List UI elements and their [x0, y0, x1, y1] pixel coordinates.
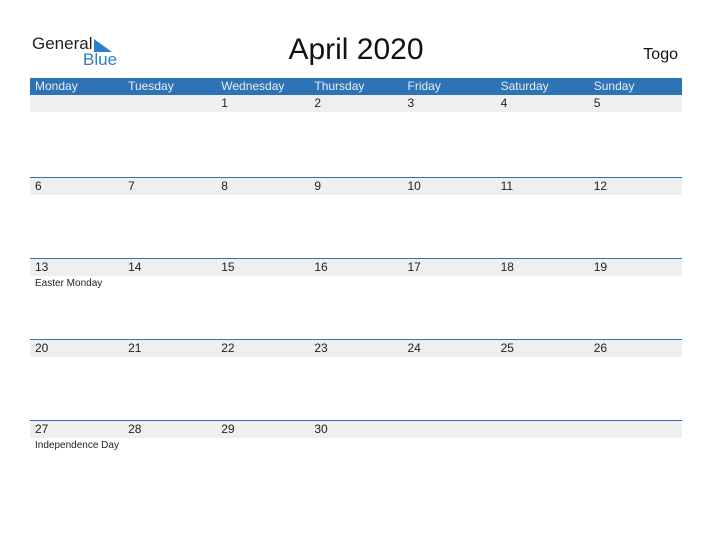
holiday-label [496, 357, 589, 359]
day-number: 19 [593, 260, 608, 274]
holiday-label [123, 276, 216, 289]
day-number: 9 [314, 179, 322, 193]
holiday-label [589, 276, 682, 289]
holiday-label [30, 112, 123, 114]
holiday-label [403, 195, 496, 197]
date-strip: 20 21 22 23 24 25 26 [30, 339, 682, 357]
holiday-label [496, 195, 589, 197]
weekday-saturday: Saturday [500, 79, 549, 93]
holiday-label [216, 357, 309, 359]
holiday-label [123, 195, 216, 197]
holiday-label [309, 357, 402, 359]
holiday-label [403, 438, 496, 451]
weekday-sunday: Sunday [593, 79, 635, 93]
day-number: 14 [128, 260, 142, 274]
holiday-label [216, 195, 309, 197]
date-strip: 27 28 29 30 [30, 420, 682, 438]
weekday-friday: Friday [407, 79, 441, 93]
day-number: 26 [593, 341, 608, 355]
day-number: 20 [35, 341, 49, 355]
weekday-thursday: Thursday [314, 79, 365, 93]
holiday-label [123, 357, 216, 359]
day-number: 1 [221, 96, 228, 110]
notes-row: Easter Monday [30, 276, 682, 289]
day-number: 6 [35, 179, 42, 193]
date-strip: 13 14 15 16 17 18 19 [30, 258, 682, 276]
holiday-label: Independence Day [35, 440, 119, 451]
day-number: 7 [128, 179, 135, 193]
day-number [30, 95, 123, 112]
day-number: 13 [35, 260, 49, 274]
date-strip: 1 2 3 4 5 [30, 95, 682, 112]
week-row: 27 28 29 30 Independence Day [30, 420, 682, 451]
day-number: 10 [407, 179, 421, 193]
holiday-label [30, 357, 123, 359]
day-number: 4 [500, 96, 508, 110]
notes-row [30, 357, 682, 359]
notes-row: Independence Day [30, 438, 682, 451]
day-number: 28 [128, 422, 142, 436]
day-number: 25 [500, 341, 514, 355]
day-number: 5 [593, 96, 601, 110]
holiday-label [589, 112, 682, 114]
day-number: 3 [407, 96, 415, 110]
holiday-label [403, 276, 496, 289]
week-row: 6 7 8 9 10 11 12 [30, 177, 682, 197]
holiday-label [403, 112, 496, 114]
day-number: 18 [500, 260, 514, 274]
day-number: 30 [314, 422, 328, 436]
day-number [123, 95, 216, 112]
day-number: 11 [500, 179, 514, 193]
date-strip: 6 7 8 9 10 11 12 [30, 177, 682, 195]
holiday-label [403, 357, 496, 359]
day-number [403, 421, 496, 438]
holiday-label [496, 438, 589, 451]
holiday-label [216, 276, 309, 289]
week-row: 20 21 22 23 24 25 26 [30, 339, 682, 359]
day-number: 27 [35, 422, 49, 436]
day-number: 21 [128, 341, 142, 355]
holiday-label [309, 195, 402, 197]
holiday-label [123, 438, 216, 451]
weekday-tuesday: Tuesday [128, 79, 174, 93]
day-number: 15 [221, 260, 235, 274]
holiday-label [496, 276, 589, 289]
weekday-wednesday: Wednesday [221, 79, 285, 93]
day-number: 2 [314, 96, 322, 110]
holiday-label [589, 357, 682, 359]
holiday-label [30, 195, 123, 197]
day-number: 23 [314, 341, 328, 355]
day-number [496, 421, 589, 438]
day-number: 17 [407, 260, 421, 274]
day-number: 12 [593, 179, 608, 193]
holiday-label: Easter Monday [35, 278, 103, 289]
day-number [589, 421, 682, 438]
holiday-label [589, 195, 682, 197]
weekday-header: Monday Tuesday Wednesday Thursday Friday… [30, 78, 682, 95]
holiday-label [123, 112, 216, 114]
holiday-label [216, 438, 309, 451]
weekday-monday: Monday [35, 79, 78, 93]
holiday-label [309, 276, 402, 289]
week-row: 13 14 15 16 17 18 19 Easter Monday [30, 258, 682, 289]
notes-row [30, 112, 682, 114]
day-number: 24 [407, 341, 421, 355]
holiday-label [589, 438, 682, 451]
country-label: Togo [643, 46, 678, 63]
day-number: 8 [221, 179, 228, 193]
notes-row [30, 195, 682, 197]
holiday-label [216, 112, 309, 114]
day-number: 16 [314, 260, 328, 274]
day-number: 29 [221, 422, 235, 436]
holiday-label [309, 112, 402, 114]
holiday-label [309, 438, 402, 451]
page-title: April 2020 [288, 33, 424, 66]
day-number: 22 [221, 341, 235, 355]
holiday-label [496, 112, 589, 114]
week-row: 1 2 3 4 5 [30, 95, 682, 114]
